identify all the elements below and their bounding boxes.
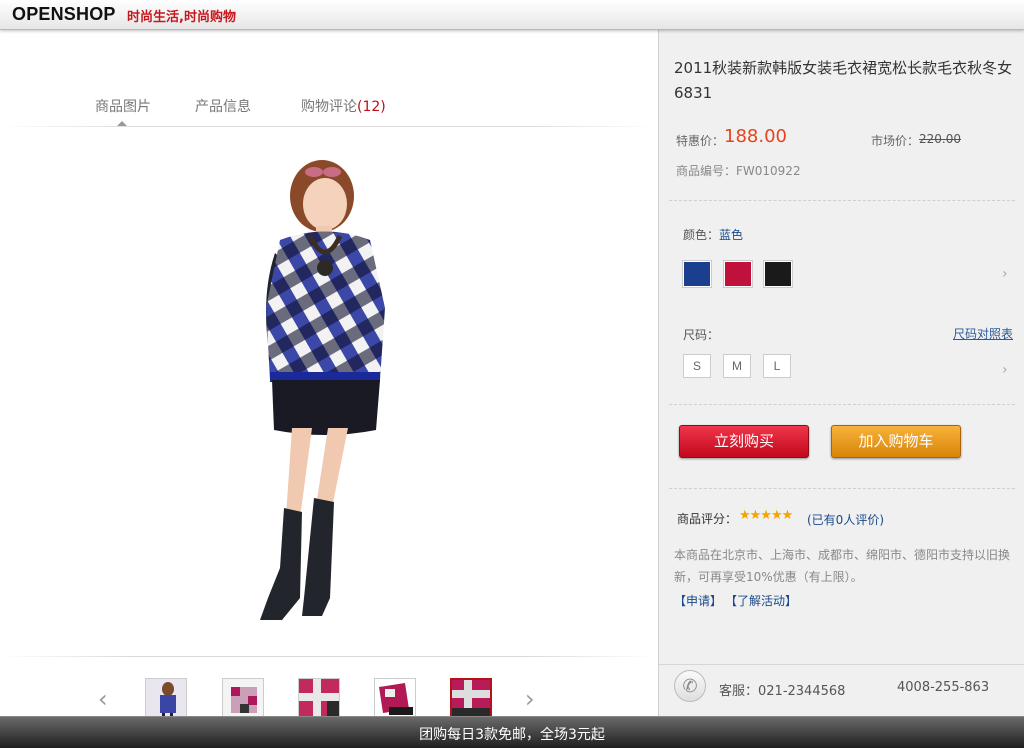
divider: [659, 664, 1024, 665]
chevron-left-icon[interactable]: ‹: [98, 685, 108, 713]
thumbnail-5[interactable]: [450, 678, 492, 720]
size-chart-link[interactable]: 尺码对照表: [953, 325, 1013, 342]
divider: [669, 488, 1015, 489]
size-option-l[interactable]: L: [763, 354, 791, 378]
size-option-m[interactable]: M: [723, 354, 751, 378]
rating-count[interactable]: (已有0人评价): [807, 511, 884, 528]
review-count: (12): [357, 99, 386, 115]
hotline-number: 4008-255-863: [897, 680, 990, 695]
thumbnail-image: [223, 679, 263, 719]
add-to-cart-button[interactable]: 加入购物车: [831, 425, 961, 458]
color-swatch-black[interactable]: [763, 260, 793, 288]
phone-icon: ✆: [674, 670, 706, 702]
gallery-tabs: 商品图片 产品信息 购物评论(12): [0, 60, 658, 128]
market-price: 220.00: [919, 132, 961, 146]
thumbnail-2[interactable]: [222, 678, 264, 720]
product-gallery: 商品图片 产品信息 购物评论(12) ‹ ›: [0, 30, 658, 720]
product-main-image[interactable]: [230, 158, 410, 633]
color-swatch-blue[interactable]: [682, 260, 712, 288]
special-price: 188.00: [724, 126, 787, 147]
rating-label: 商品评分：: [677, 512, 738, 526]
thumbnail-1[interactable]: [145, 678, 187, 720]
trade-in-notice: 本商品在北京市、上海市、成都市、绵阳市、德阳市支持以旧换新，可再享受10%优惠（…: [674, 548, 1011, 584]
size-option-s[interactable]: S: [683, 354, 711, 378]
customer-service-phone: 客服：021-2344568: [719, 684, 846, 699]
market-price-label: 市场价：: [871, 134, 920, 148]
tab-product-images[interactable]: 商品图片: [95, 96, 151, 116]
chevron-right-icon[interactable]: ›: [1002, 266, 1008, 282]
apply-link[interactable]: 【申请】: [674, 592, 722, 609]
product-title: 2011秋装新款韩版女装毛衣裙宽松长款毛衣秋冬女6831: [674, 59, 1013, 102]
learn-more-link[interactable]: 【了解活动】: [725, 592, 797, 609]
tab-product-info[interactable]: 产品信息: [195, 96, 251, 116]
thumbnail-3[interactable]: [298, 678, 340, 720]
divider: [669, 200, 1015, 201]
divider: [669, 404, 1015, 405]
top-bar: OPENSHOP 时尚生活,时尚购物: [0, 0, 1024, 30]
product-detail-panel: 2011秋装新款韩版女装毛衣裙宽松长款毛衣秋冬女6831 特惠价： 188.00…: [658, 30, 1024, 716]
thumbnail-divider: [0, 656, 658, 657]
chevron-right-icon[interactable]: ›: [525, 685, 535, 713]
thumbnail-image: [299, 679, 339, 719]
promo-text[interactable]: 团购每日3款免邮，全场3元起: [0, 724, 1024, 744]
brand-logo[interactable]: OPENSHOP: [12, 4, 116, 25]
thumbnail-image: [452, 680, 490, 718]
product-sku: 商品编号：FW010922: [676, 164, 801, 178]
thumbnail-4[interactable]: [374, 678, 416, 720]
tab-reviews[interactable]: 购物评论(12): [301, 96, 386, 116]
brand-slogan: 时尚生活,时尚购物: [127, 10, 236, 25]
thumbnail-image: [146, 679, 186, 719]
selected-color: 蓝色: [719, 228, 744, 242]
color-swatch-red[interactable]: [723, 260, 753, 288]
price-label: 特惠价：: [676, 134, 725, 148]
tab-divider: [0, 126, 658, 127]
chevron-right-icon[interactable]: ›: [1002, 362, 1008, 378]
thumbnail-image: [375, 679, 415, 719]
color-label: 颜色：蓝色: [683, 228, 744, 242]
buy-now-button[interactable]: 立刻购买: [679, 425, 809, 458]
rating-stars-icon: ★★★★★: [739, 508, 793, 523]
bottom-promo-bar: 团购每日3款免邮，全场3元起: [0, 716, 1024, 748]
size-label: 尺码：: [683, 328, 720, 342]
